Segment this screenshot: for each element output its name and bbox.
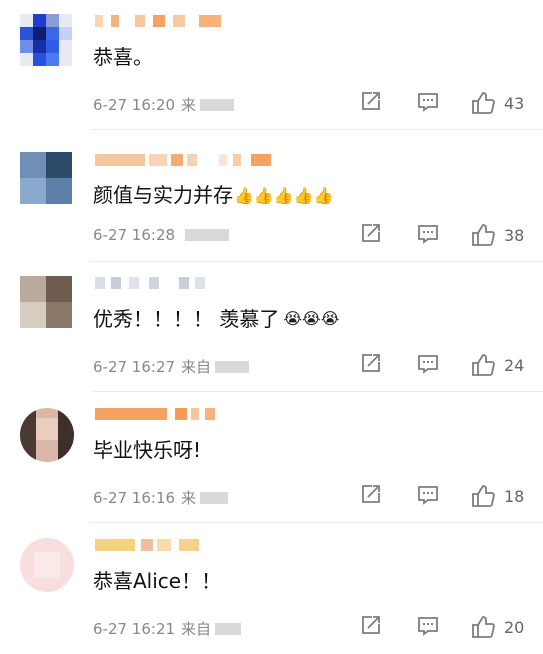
thumbs-up-icon[interactable] <box>470 352 496 378</box>
like-count: 18 <box>504 487 525 506</box>
like-count: 43 <box>504 94 525 113</box>
comment-list: 恭喜。 6-27 16:20 来 43 颜值与实力并存👍👍👍👍👍 6-27 16… <box>0 0 543 640</box>
comment-actions: 43 <box>358 90 528 116</box>
crying-emoji: 😭😭😭 <box>283 309 340 328</box>
thumbs-up-icon[interactable] <box>470 614 496 640</box>
blurred-source <box>200 99 235 111</box>
comment-time: 6-27 16:27 <box>93 358 176 376</box>
comment-actions: 20 <box>358 614 528 640</box>
share-icon[interactable] <box>358 352 382 378</box>
comment-text: 优秀！！！！ 羡慕了 😭😭😭 <box>93 306 341 332</box>
thumbs-emoji: 👍👍👍👍👍 <box>234 186 334 205</box>
reply-icon[interactable] <box>416 352 440 378</box>
share-icon[interactable] <box>358 614 382 640</box>
share-icon[interactable] <box>358 222 382 248</box>
divider <box>91 129 543 130</box>
comment-text: 毕业快乐呀! <box>93 438 202 462</box>
blurred-source <box>215 623 242 635</box>
share-icon[interactable] <box>358 483 382 509</box>
comment-time: 6-27 16:20 <box>93 96 176 114</box>
comment-text: 恭喜。 <box>93 45 153 69</box>
like-count: 38 <box>504 226 525 245</box>
thumbs-up-icon[interactable] <box>470 483 496 509</box>
comment-text: 恭喜Alice！！ <box>93 569 222 593</box>
thumbs-up-icon[interactable] <box>470 90 496 116</box>
reply-icon[interactable] <box>416 222 440 248</box>
thumbs-up-icon[interactable] <box>470 222 496 248</box>
comment-actions: 24 <box>358 352 528 378</box>
blurred-source <box>185 229 230 241</box>
comment-meta: 6-27 16:20 来 <box>93 94 235 115</box>
comment-item: 优秀！！！！ 羡慕了 😭😭😭 6-27 16:27 来自 24 <box>0 262 543 392</box>
reply-icon[interactable] <box>416 483 440 509</box>
comment-meta: 6-27 16:28 <box>93 226 230 244</box>
comment-actions: 38 <box>358 222 528 248</box>
avatar[interactable] <box>20 276 72 328</box>
avatar[interactable] <box>20 408 74 462</box>
comment-item: 恭喜Alice！！ 6-27 16:21 来自 20 <box>0 524 543 654</box>
like-count: 20 <box>504 618 525 637</box>
comment-source: 来 <box>181 489 197 507</box>
avatar[interactable] <box>20 14 72 66</box>
comment-source: 来 <box>181 96 197 114</box>
comment-time: 6-27 16:28 <box>93 226 176 244</box>
comment-actions: 18 <box>358 483 528 509</box>
avatar[interactable] <box>20 152 72 204</box>
comment-meta: 6-27 16:27 来自 <box>93 356 250 377</box>
comment-item: 毕业快乐呀! 6-27 16:16 来 18 <box>0 393 543 523</box>
comment-meta: 6-27 16:21 来自 <box>93 618 242 639</box>
comment-text-body: 优秀！！！！ 羡慕了 <box>93 307 280 331</box>
comment-time: 6-27 16:16 <box>93 489 176 507</box>
blurred-source <box>215 361 250 373</box>
comment-source: 来自 <box>181 358 212 376</box>
comment-item: 颜值与实力并存👍👍👍👍👍 6-27 16:28 38 <box>0 132 543 262</box>
comment-text-body: 颜值与实力并存 <box>93 183 233 207</box>
divider <box>91 391 543 392</box>
like-count: 24 <box>504 356 525 375</box>
divider <box>91 522 543 523</box>
share-icon[interactable] <box>358 90 382 116</box>
reply-icon[interactable] <box>416 90 440 116</box>
comment-time: 6-27 16:21 <box>93 620 176 638</box>
reply-icon[interactable] <box>416 614 440 640</box>
comment-text: 颜值与实力并存👍👍👍👍👍 <box>93 182 334 209</box>
comment-meta: 6-27 16:16 来 <box>93 487 229 508</box>
avatar[interactable] <box>20 538 74 592</box>
blurred-source <box>200 492 229 504</box>
comment-item: 恭喜。 6-27 16:20 来 43 <box>0 0 543 130</box>
comment-source: 来自 <box>181 620 212 638</box>
